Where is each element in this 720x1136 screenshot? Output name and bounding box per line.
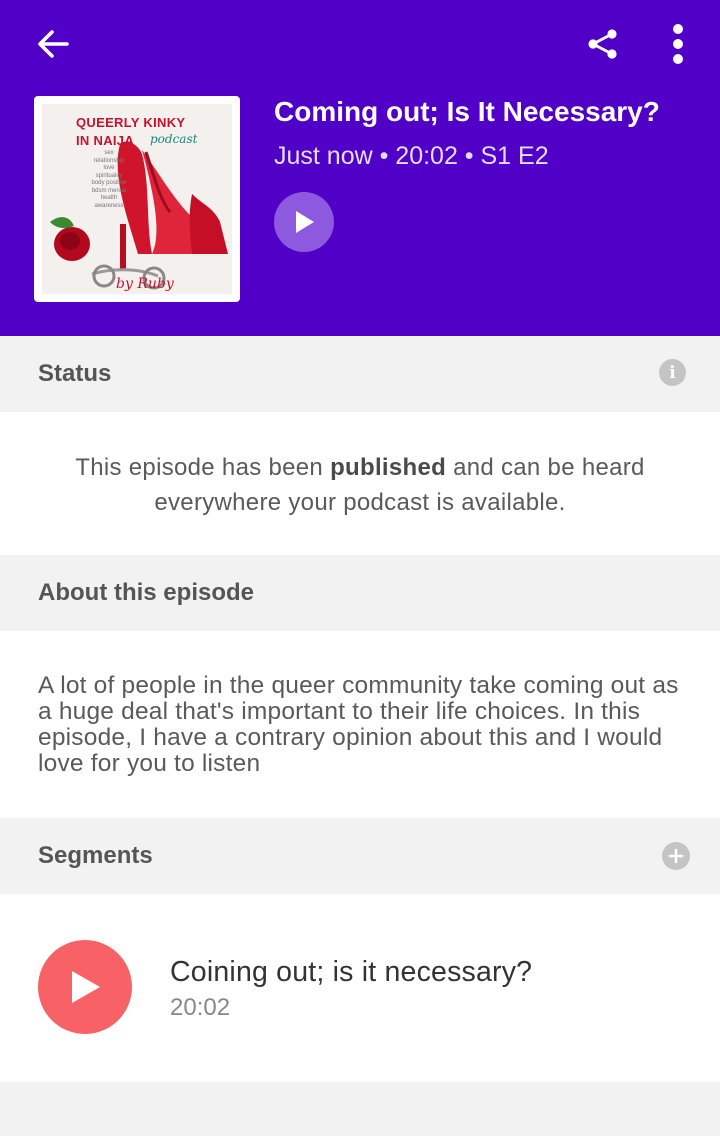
- artwork-tag: love: [103, 165, 115, 171]
- status-section-header: Status i: [0, 336, 720, 412]
- artwork-tag: bdsm mental: [91, 187, 127, 194]
- episode-description: A lot of people in the queer community t…: [38, 672, 679, 777]
- segment-play-button[interactable]: [38, 940, 132, 1034]
- info-icon[interactable]: i: [659, 359, 686, 386]
- add-segment-button[interactable]: [662, 842, 690, 870]
- more-vertical-icon: [673, 24, 683, 64]
- about-section-header: About this episode: [0, 555, 720, 631]
- play-icon: [72, 971, 100, 1003]
- artwork-title-line1: QUEERLY KINKY: [76, 115, 186, 130]
- status-text-before: This episode has been: [75, 454, 331, 481]
- segments-heading: Segments: [38, 842, 153, 869]
- artwork-image: QUEERLY KINKY IN NAIJA podcast sex relat…: [42, 104, 232, 294]
- status-section-body: This episode has been published and can …: [0, 412, 720, 555]
- episode-header: QUEERLY KINKY IN NAIJA podcast sex relat…: [0, 0, 720, 336]
- status-text-bold: published: [330, 454, 447, 481]
- episode-title: Coming out; Is It Necessary?: [274, 96, 660, 127]
- segment-duration: 20:02: [170, 994, 231, 1021]
- segments-section-header: Segments: [0, 818, 720, 894]
- about-section-body: A lot of people in the queer community t…: [0, 631, 720, 818]
- artwork-tags: sex relationship love spirituality body …: [82, 150, 136, 210]
- status-heading: Status: [38, 360, 112, 387]
- artwork-tag: relationship: [93, 157, 125, 164]
- segment-list: Coining out; is it necessary? 20:02: [0, 894, 720, 1082]
- podcast-artwork: QUEERLY KINKY IN NAIJA podcast sex relat…: [34, 96, 240, 302]
- segment-title: Coining out; is it necessary?: [170, 956, 533, 988]
- share-icon: [588, 29, 617, 59]
- arrow-left-icon: [38, 30, 69, 58]
- about-heading: About this episode: [38, 579, 254, 606]
- back-button[interactable]: [26, 20, 80, 68]
- artwork-tag: health: [100, 195, 118, 201]
- status-text: This episode has been published and can …: [40, 450, 680, 520]
- red-heels-icon: [50, 141, 228, 290]
- artwork-tag: spirituality: [95, 172, 123, 179]
- episode-meta: Just now • 20:02 • S1 E2: [274, 142, 549, 170]
- artwork-title-line2: IN NAIJA: [76, 133, 135, 148]
- artwork-byline: by Ruby: [116, 276, 174, 292]
- artwork-tag: awareness: [94, 202, 124, 209]
- play-icon: [296, 211, 314, 233]
- artwork-tag: body positive: [91, 180, 127, 186]
- artwork-podcast-label: podcast: [150, 132, 198, 146]
- plus-icon: [668, 848, 684, 864]
- more-options-button[interactable]: [654, 18, 702, 70]
- artwork-tag: sex: [104, 150, 114, 156]
- share-button[interactable]: [578, 20, 628, 68]
- episode-play-button[interactable]: [274, 192, 334, 252]
